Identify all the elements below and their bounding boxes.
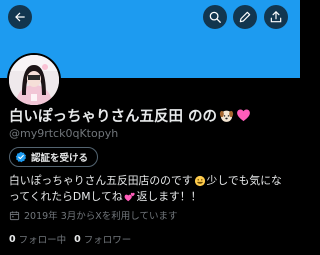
search-icon	[209, 11, 221, 23]
followers-count: 0	[74, 233, 81, 245]
following-count: 0	[9, 233, 16, 245]
pencil-icon	[239, 11, 251, 23]
bio-text-1: 白いぽっちゃりさん五反田店ののです	[9, 174, 193, 187]
bio-text-1b: 少しでも気にな	[206, 174, 282, 187]
get-verified-label: 認証を受ける	[31, 153, 89, 164]
share-icon	[270, 11, 282, 23]
bio-line-2: ってくれたらDMしてね 返します！！	[9, 189, 293, 205]
join-date-text: 2019年 3月からXを利用しています	[24, 211, 178, 222]
verified-badge-icon	[15, 151, 26, 163]
avatar[interactable]	[7, 53, 61, 107]
following-label: フォロー中	[18, 235, 67, 246]
followers-link[interactable]: 0 フォロワー	[74, 232, 132, 247]
grinning-face-emoji	[194, 175, 206, 187]
display-name-text: 白いぽっちゃりさん五反田 のの	[9, 108, 218, 125]
share-button[interactable]	[264, 5, 288, 29]
bio-line-1: 白いぽっちゃりさん五反田店ののです 少しでも気にな	[9, 173, 293, 189]
join-date: 2019年 3月からXを利用しています	[9, 208, 177, 222]
follow-stats: 0 フォロー中 0 フォロワー	[9, 232, 139, 247]
pink-heart-emoji	[236, 108, 251, 123]
bio: 白いぽっちゃりさん五反田店ののです 少しでも気にな ってくれたらDMしてね 返し…	[9, 173, 293, 205]
avatar-image	[9, 55, 59, 105]
followers-label: フォロワー	[83, 235, 132, 246]
get-verified-button[interactable]: 認証を受ける	[9, 147, 99, 167]
handle: @my9rtck0qKtopyh	[9, 127, 119, 140]
back-button[interactable]	[8, 5, 32, 29]
bio-text-2b: 返します！！	[136, 190, 202, 203]
following-link[interactable]: 0 フォロー中	[9, 232, 67, 247]
display-name: 白いぽっちゃりさん五反田 のの	[9, 106, 251, 125]
search-button[interactable]	[203, 5, 227, 29]
bio-text-2: ってくれたらDMしてね	[9, 190, 123, 203]
profile-page: 白いぽっちゃりさん五反田 のの @my9rtck0qKtopyh 認証を受ける	[0, 0, 300, 255]
back-arrow-icon	[15, 12, 25, 22]
two-hearts-emoji	[124, 191, 136, 203]
calendar-icon	[9, 210, 20, 220]
edit-button[interactable]	[233, 5, 257, 29]
dog-face-emoji	[219, 108, 234, 123]
